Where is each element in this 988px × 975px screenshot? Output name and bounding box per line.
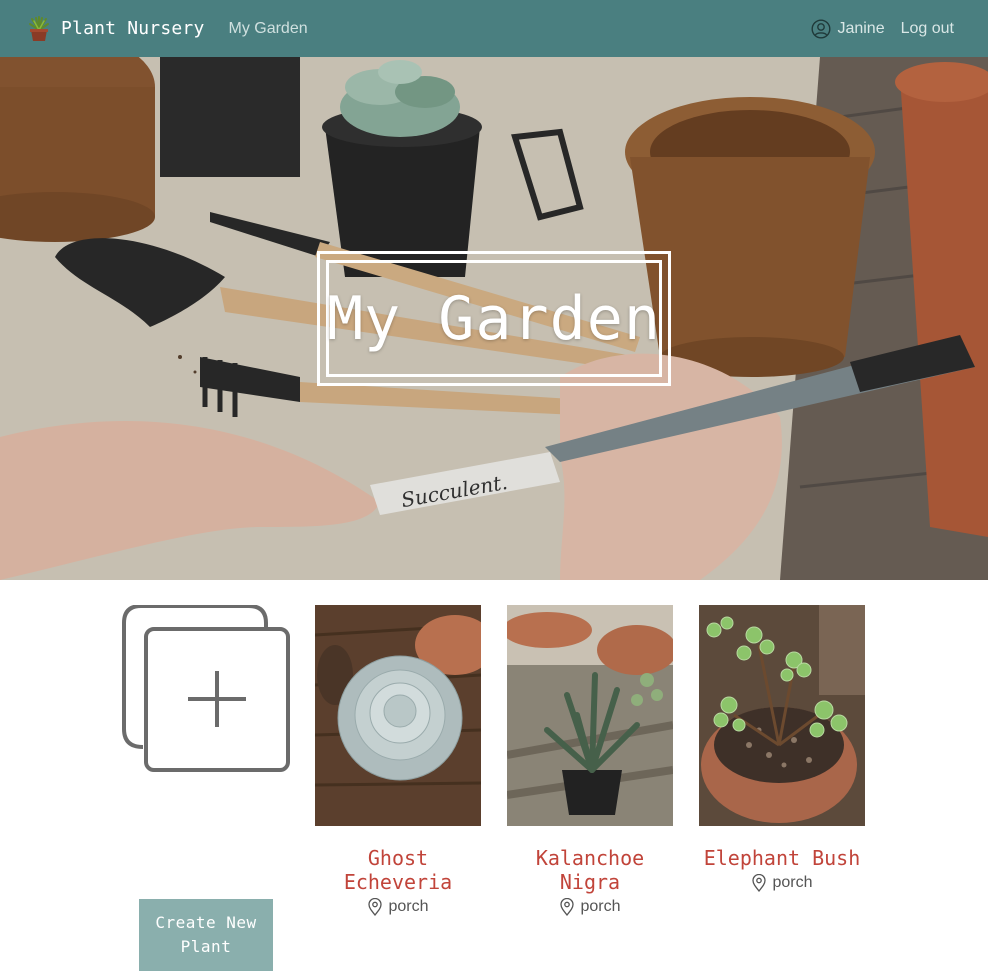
create-new-plant-button[interactable]: Create New Plant — [139, 899, 273, 971]
add-copy-icon — [122, 604, 290, 772]
plant-location: porch — [507, 898, 673, 916]
brand-link[interactable]: Plant Nursery — [26, 15, 205, 42]
plant-name[interactable]: Kalanchoe Nigra — [507, 846, 673, 894]
plant-photo-kalanchoe-nigra[interactable] — [507, 605, 673, 826]
plant-card-kalanchoe-nigra: Kalanchoe Nigra porch — [507, 605, 673, 916]
hero-title: My Garden — [326, 283, 662, 354]
hero-banner: Succulent. My Garden — [0, 57, 988, 580]
nav-right: Janine Log out — [811, 0, 954, 57]
plant-photo-elephant-bush[interactable] — [699, 605, 865, 826]
create-plant-card[interactable] — [122, 604, 290, 773]
map-pin-icon — [752, 874, 767, 892]
plant-location-text: porch — [388, 898, 429, 915]
plant-card-elephant-bush: Elephant Bush porch — [699, 605, 865, 892]
plant-card-ghost-echeveria: Ghost Echeveria porch — [315, 605, 481, 916]
logout-link[interactable]: Log out — [901, 20, 954, 38]
user-circle-icon — [811, 18, 831, 39]
map-pin-icon — [368, 898, 383, 916]
plant-photo-ghost-echeveria[interactable] — [315, 605, 481, 826]
nav-link-my-garden[interactable]: My Garden — [228, 20, 307, 38]
user-menu[interactable]: Janine — [811, 18, 885, 39]
plant-location: porch — [699, 874, 865, 892]
plant-location-text: porch — [580, 898, 621, 915]
plant-location-text: porch — [772, 874, 813, 891]
map-pin-icon — [560, 898, 575, 916]
top-navbar: Plant Nursery My Garden Janine Log out — [0, 0, 988, 57]
user-name: Janine — [837, 19, 885, 37]
plant-name[interactable]: Ghost Echeveria — [315, 846, 481, 894]
plant-name[interactable]: Elephant Bush — [699, 846, 865, 870]
hero-title-frame: My Garden — [317, 251, 671, 386]
plant-location: porch — [315, 898, 481, 916]
potted-plant-icon — [29, 15, 49, 41]
brand-name: Plant Nursery — [61, 18, 205, 39]
